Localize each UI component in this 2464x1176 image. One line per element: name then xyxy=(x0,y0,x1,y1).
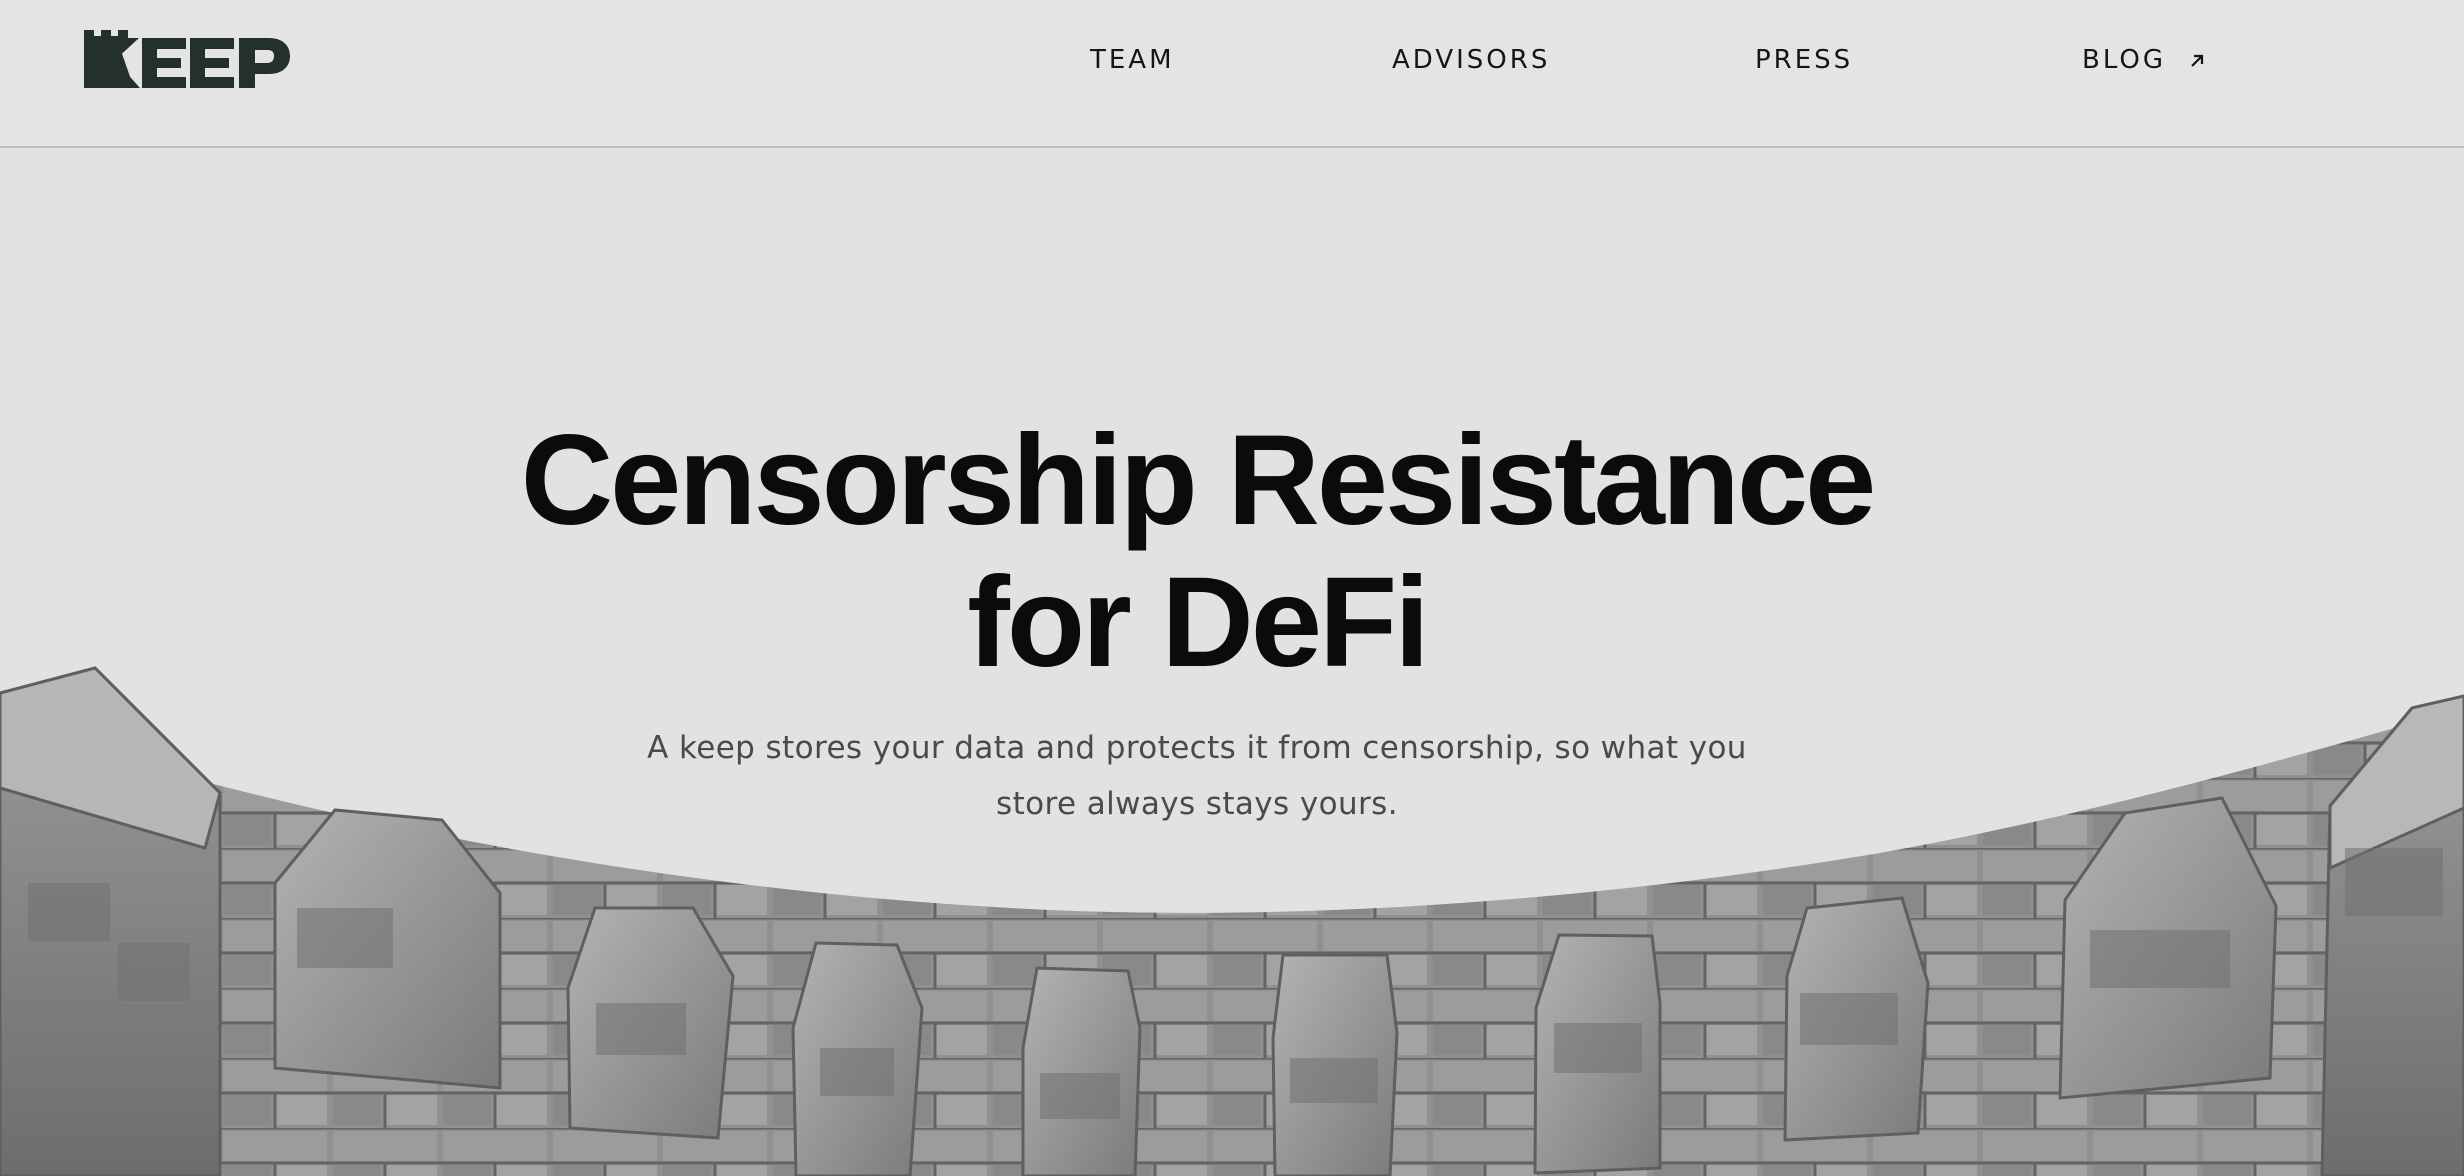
nav-advisors-link[interactable]: ADVISORS xyxy=(1392,40,1550,80)
nav-blog-label: BLOG xyxy=(2082,45,2167,75)
hero-subtitle: A keep stores your data and protects it … xyxy=(600,720,1794,832)
keep-logo-icon xyxy=(84,30,290,88)
external-arrow-icon xyxy=(2191,54,2204,67)
hero-section: Censorship Resistance for DeFi A keep st… xyxy=(0,148,2464,1176)
headline-line-1: Censorship Resistance xyxy=(520,409,1877,552)
headline-line-2: for DeFi xyxy=(967,551,1430,694)
hero-headline: Censorship Resistance for DeFi xyxy=(232,410,2162,694)
keep-logo[interactable] xyxy=(84,30,290,88)
nav-press-link[interactable]: PRESS xyxy=(1755,40,1853,80)
nav-blog-link[interactable]: BLOG xyxy=(2082,40,2207,80)
top-navigation-bar: TEAM ADVISORS PRESS BLOG xyxy=(0,0,2464,148)
nav-press-label: PRESS xyxy=(1755,45,1854,75)
nav-advisors-label: ADVISORS xyxy=(1392,45,1551,75)
subtitle-line-1: A keep stores your data and protects it … xyxy=(647,730,1747,766)
nav-team-label: TEAM xyxy=(1090,45,1175,75)
subtitle-line-2: store always stays yours. xyxy=(996,786,1398,822)
nav-team-link[interactable]: TEAM xyxy=(1090,40,1175,80)
